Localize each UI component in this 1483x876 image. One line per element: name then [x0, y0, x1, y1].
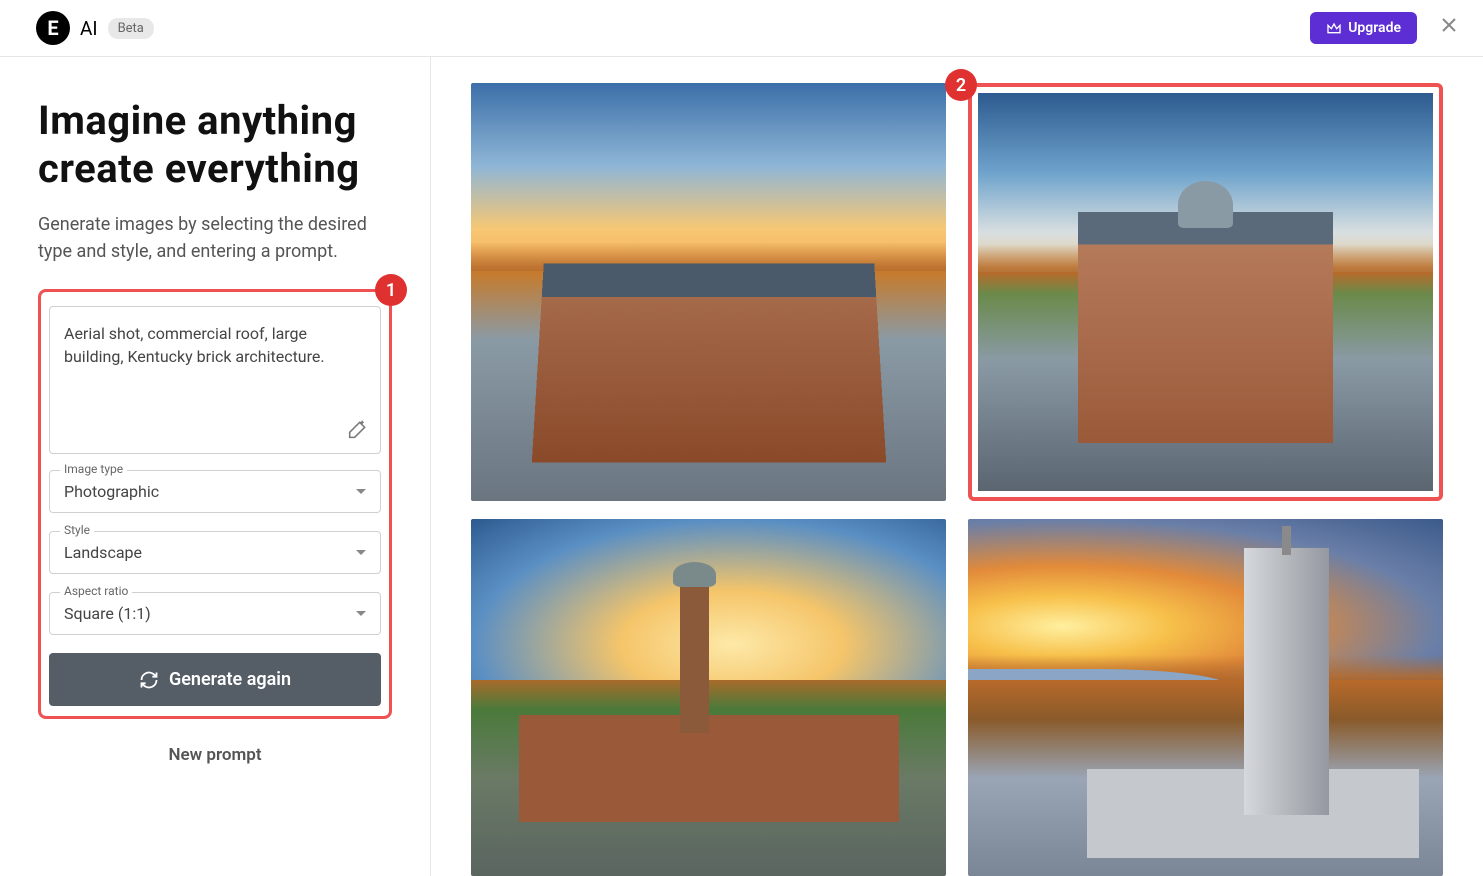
- style-value: Landscape: [64, 543, 142, 562]
- magic-wand-icon[interactable]: [348, 419, 368, 443]
- close-icon[interactable]: [1435, 11, 1463, 45]
- page-subtitle: Generate images by selecting the desired…: [38, 211, 392, 265]
- aspect-ratio-value: Square (1:1): [64, 604, 151, 623]
- style-label: Style: [60, 523, 94, 537]
- prompt-input[interactable]: Aerial shot, commercial roof, large buil…: [49, 306, 381, 454]
- logo-letter: E: [47, 16, 58, 40]
- aspect-ratio-select[interactable]: Square (1:1): [49, 592, 381, 635]
- prompt-text: Aerial shot, commercial roof, large buil…: [64, 322, 366, 368]
- page-title: Imagine anything create everything: [38, 97, 392, 193]
- results-gallery: 2: [431, 57, 1483, 876]
- app-header: E AI Beta Upgrade: [0, 0, 1483, 57]
- logo-icon: E: [36, 11, 70, 45]
- prompt-sidebar: Imagine anything create everything Gener…: [0, 57, 431, 876]
- style-select[interactable]: Landscape: [49, 531, 381, 574]
- image-type-value: Photographic: [64, 482, 159, 501]
- upgrade-button[interactable]: Upgrade: [1310, 12, 1417, 44]
- generate-again-button[interactable]: Generate again: [49, 653, 381, 706]
- aspect-ratio-label: Aspect ratio: [60, 584, 132, 598]
- result-image-4[interactable]: [968, 519, 1443, 876]
- generate-label: Generate again: [169, 669, 291, 690]
- refresh-icon: [139, 670, 159, 690]
- image-type-select[interactable]: Photographic: [49, 470, 381, 513]
- new-prompt-button[interactable]: New prompt: [38, 745, 392, 765]
- crown-icon: [1326, 21, 1342, 35]
- callout-badge-1: 1: [375, 274, 407, 306]
- upgrade-label: Upgrade: [1348, 20, 1401, 36]
- image-type-label: Image type: [60, 462, 127, 476]
- chevron-down-icon: [356, 550, 366, 555]
- beta-badge: Beta: [108, 18, 154, 39]
- callout-badge-2: 2: [945, 69, 977, 101]
- result-image-1[interactable]: [471, 83, 946, 501]
- chevron-down-icon: [356, 611, 366, 616]
- result-image-3[interactable]: [471, 519, 946, 876]
- result-image-2[interactable]: [968, 83, 1443, 501]
- logo-text: AI: [80, 17, 98, 40]
- chevron-down-icon: [356, 489, 366, 494]
- prompt-form: 1 Aerial shot, commercial roof, large bu…: [38, 289, 392, 719]
